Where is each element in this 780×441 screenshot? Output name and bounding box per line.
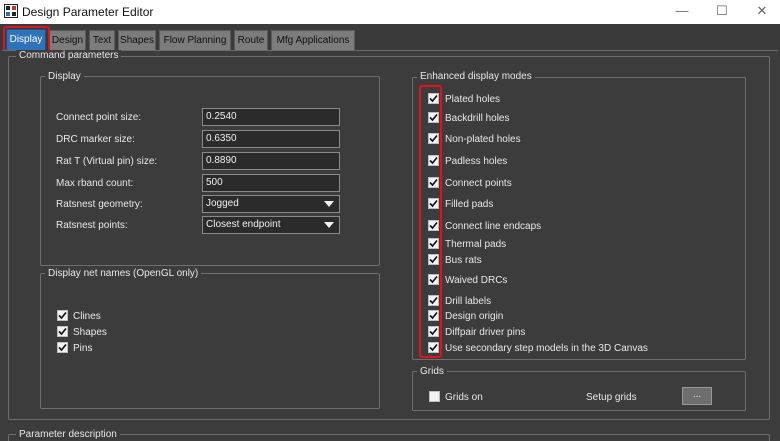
ratsnest-geometry-value: Jogged <box>206 198 239 209</box>
minimize-icon[interactable]: — <box>662 0 702 24</box>
enhanced-mode-label: Diffpair driver pins <box>445 327 526 338</box>
tab-shapes[interactable]: Shapes <box>118 30 156 50</box>
clines-checkbox[interactable] <box>57 310 68 321</box>
display-group <box>40 76 380 266</box>
rat-t-size-label: Rat T (Virtual pin) size: <box>56 156 158 167</box>
enhanced-mode-label: Plated holes <box>445 94 501 105</box>
highlight-box-checkboxes <box>419 85 442 358</box>
tab-text[interactable]: Text <box>89 30 115 50</box>
title-bar: Design Parameter Editor — ☐ ✕ <box>0 0 780 24</box>
connect-point-size-input[interactable]: 0.2540 <box>202 108 340 126</box>
tab-flow-planning[interactable]: Flow Planning <box>159 30 231 50</box>
drc-marker-size-label: DRC marker size: <box>56 134 135 145</box>
ratsnest-geometry-label: Ratsnest geometry: <box>56 199 143 210</box>
enhanced-mode-label: Filled pads <box>445 199 494 210</box>
connect-point-size-label: Connect point size: <box>56 112 142 123</box>
grids-on-label: Grids on <box>445 392 483 403</box>
tab-mfg-applications[interactable]: Mfg Applications <box>271 30 355 50</box>
enhanced-mode-label: Bus rats <box>445 255 482 266</box>
net-names-group <box>40 273 380 409</box>
clines-label: Clines <box>73 311 101 322</box>
enhanced-mode-label: Use secondary step models in the 3D Canv… <box>445 343 648 354</box>
setup-grids-button[interactable]: ... <box>682 387 712 405</box>
command-parameters-label: Command parameters <box>16 50 122 61</box>
enhanced-mode-label: Design origin <box>445 311 504 322</box>
shapes-label: Shapes <box>73 327 107 338</box>
enhanced-mode-label: Non-plated holes <box>445 134 521 145</box>
max-rband-count-input[interactable]: 500 <box>202 174 340 192</box>
pins-checkbox[interactable] <box>57 342 68 353</box>
check-icon <box>58 327 67 336</box>
enhanced-mode-label: Connect points <box>445 178 512 189</box>
enhanced-display-group-label: Enhanced display modes <box>417 71 535 82</box>
ratsnest-geometry-select[interactable]: Jogged <box>202 195 340 213</box>
setup-grids-label: Setup grids <box>586 392 637 403</box>
pins-label: Pins <box>73 343 93 354</box>
enhanced-mode-label: Connect line endcaps <box>445 221 542 232</box>
chevron-down-icon <box>324 222 334 228</box>
ratsnest-points-value: Closest endpoint <box>206 219 281 230</box>
window-title: Design Parameter Editor <box>22 5 154 19</box>
ratsnest-points-select[interactable]: Closest endpoint <box>202 216 340 234</box>
max-rband-count-label: Max rband count: <box>56 178 134 189</box>
check-icon <box>58 343 67 352</box>
drc-marker-size-input[interactable]: 0.6350 <box>202 130 340 148</box>
app-icon <box>4 4 18 18</box>
enhanced-mode-label: Backdrill holes <box>445 113 510 124</box>
ratsnest-points-label: Ratsnest points: <box>56 220 128 231</box>
rat-t-size-input[interactable]: 0.8890 <box>202 152 340 170</box>
enhanced-mode-label: Drill labels <box>445 296 492 307</box>
tab-bar: Display Design Text Shapes Flow Planning… <box>0 24 780 50</box>
chevron-down-icon <box>324 201 334 207</box>
grids-on-checkbox[interactable] <box>429 391 440 402</box>
check-icon <box>58 311 67 320</box>
enhanced-mode-label: Padless holes <box>445 156 508 167</box>
maximize-icon[interactable]: ☐ <box>702 0 742 24</box>
enhanced-mode-label: Waived DRCs <box>445 275 508 286</box>
shapes-checkbox[interactable] <box>57 326 68 337</box>
enhanced-mode-label: Thermal pads <box>445 239 507 250</box>
parameter-description-group <box>8 434 770 441</box>
tab-design[interactable]: Design <box>49 30 86 50</box>
parameter-description-label: Parameter description <box>16 429 120 440</box>
tab-route[interactable]: Route <box>234 30 268 50</box>
net-names-group-label: Display net names (OpenGL only) <box>45 268 202 279</box>
close-icon[interactable]: ✕ <box>742 0 780 24</box>
display-group-label: Display <box>45 71 84 82</box>
grids-group-label: Grids <box>417 366 447 377</box>
